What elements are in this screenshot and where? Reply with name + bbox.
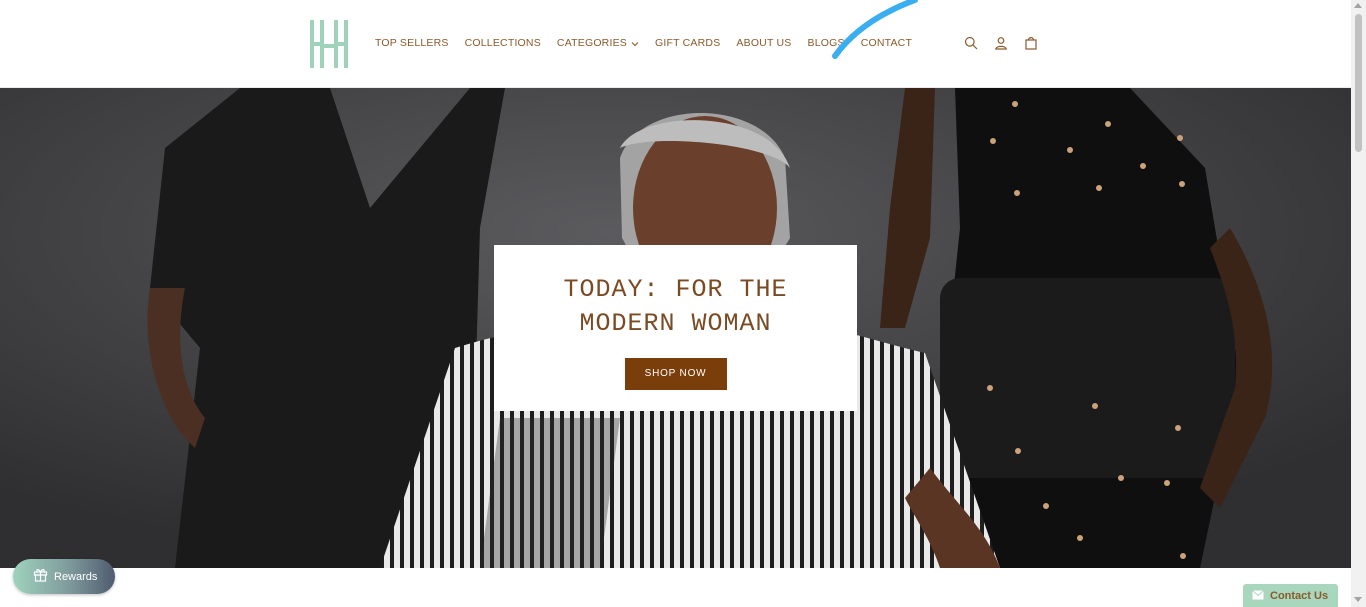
page-below-hero bbox=[0, 568, 1351, 607]
hero-banner: TODAY: FOR THE MODERN WOMAN SHOP NOW bbox=[0, 88, 1351, 568]
search-icon[interactable] bbox=[962, 34, 980, 52]
nav-label: TOP SELLERS bbox=[375, 37, 449, 49]
nav-label: ABOUT US bbox=[736, 37, 792, 49]
gift-icon bbox=[33, 567, 48, 587]
brand-logo[interactable] bbox=[309, 18, 349, 70]
account-icon[interactable] bbox=[992, 34, 1010, 52]
hero-title: TODAY: FOR THE MODERN WOMAN bbox=[494, 273, 857, 341]
site-header: TOP SELLERS COLLECTIONS CATEGORIES GIFT … bbox=[0, 0, 1351, 88]
contact-us-tab[interactable]: Contact Us bbox=[1243, 584, 1338, 607]
nav-label: GIFT CARDS bbox=[655, 37, 721, 49]
nav-gift-cards[interactable]: GIFT CARDS bbox=[655, 37, 720, 49]
nav-label: CONTACT bbox=[860, 37, 913, 49]
contact-us-label: Contact Us bbox=[1270, 589, 1329, 602]
cart-icon[interactable] bbox=[1022, 34, 1040, 52]
nav-collections[interactable]: COLLECTIONS bbox=[465, 37, 541, 49]
chevron-down-icon bbox=[631, 39, 639, 47]
scroll-up-arrow-icon[interactable] bbox=[1354, 3, 1362, 8]
scroll-thumb[interactable] bbox=[1355, 14, 1362, 152]
nav-label: CATEGORIES bbox=[556, 37, 627, 49]
hero-title-line1: TODAY: FOR THE bbox=[563, 275, 788, 304]
hero-promo-card: TODAY: FOR THE MODERN WOMAN SHOP NOW bbox=[494, 245, 857, 411]
main-nav: TOP SELLERS COLLECTIONS CATEGORIES GIFT … bbox=[375, 37, 928, 49]
nav-label: BLOGS bbox=[807, 37, 845, 49]
nav-about-us[interactable]: ABOUT US bbox=[736, 37, 791, 49]
scroll-down-arrow-icon[interactable] bbox=[1354, 597, 1362, 602]
rewards-launcher[interactable]: Rewards bbox=[13, 559, 115, 594]
nav-label: COLLECTIONS bbox=[464, 37, 541, 49]
hero-title-line2: MODERN WOMAN bbox=[579, 309, 772, 338]
header-actions bbox=[962, 34, 1040, 52]
shop-now-button[interactable]: SHOP NOW bbox=[624, 358, 727, 390]
nav-contact[interactable]: CONTACT bbox=[861, 37, 912, 49]
mail-icon bbox=[1252, 587, 1264, 605]
nav-blogs[interactable]: BLOGS bbox=[808, 37, 845, 49]
page-scrollbar[interactable] bbox=[1351, 0, 1366, 607]
nav-categories[interactable]: CATEGORIES bbox=[557, 37, 639, 49]
rewards-label: Rewards bbox=[54, 570, 98, 583]
nav-top-sellers[interactable]: TOP SELLERS bbox=[375, 37, 449, 49]
